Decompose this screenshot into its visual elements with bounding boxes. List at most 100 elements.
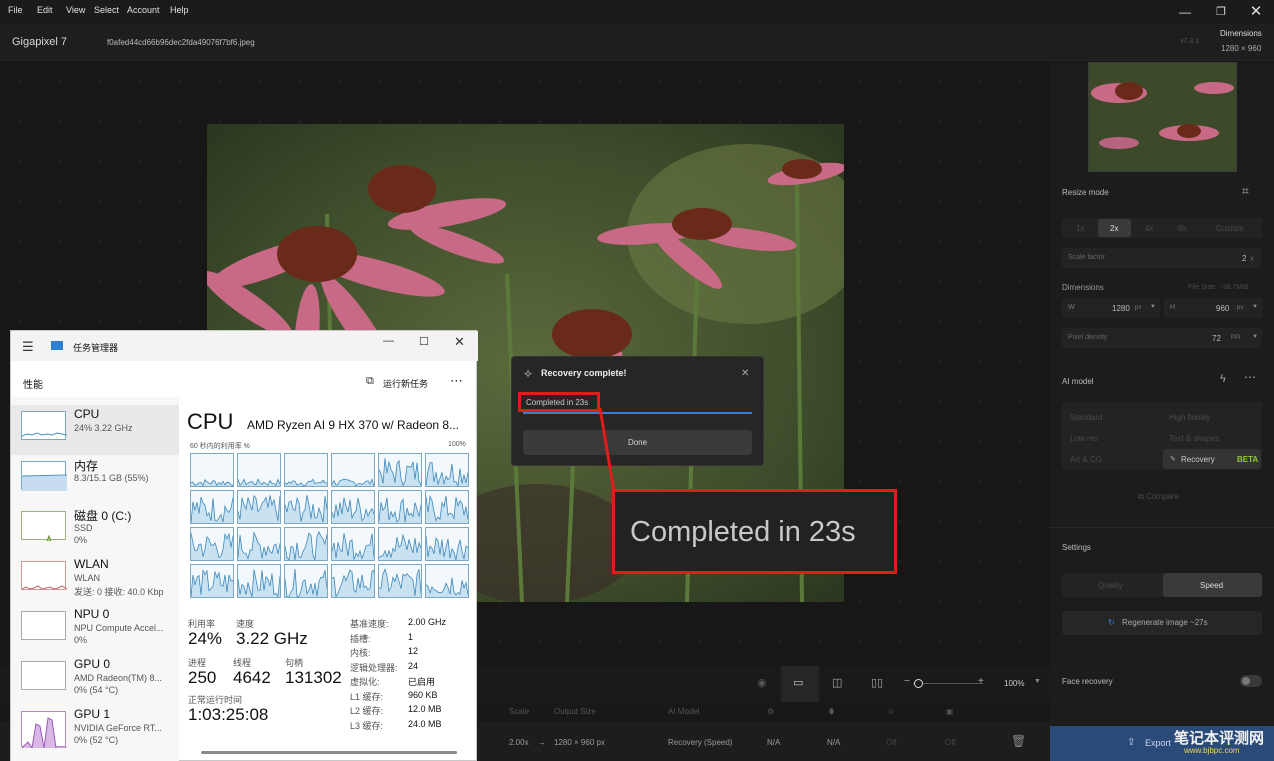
horizontal-scrollbar[interactable] bbox=[201, 751, 457, 754]
side-by-side-icon[interactable]: ▯▯ bbox=[871, 676, 883, 689]
menu-view[interactable]: View bbox=[66, 5, 85, 15]
tm-item-cpu[interactable]: CPU 24% 3.22 GHz bbox=[11, 405, 179, 455]
model-high-fidelity[interactable]: High fidelity bbox=[1169, 413, 1210, 422]
lightning-icon[interactable]: ϟ bbox=[1220, 373, 1226, 385]
width-field[interactable] bbox=[1062, 298, 1160, 318]
core-graph bbox=[284, 453, 328, 487]
tm-item-name: 内存 bbox=[74, 459, 99, 473]
speed-option[interactable]: Speed bbox=[1200, 581, 1223, 590]
tm-item-npu[interactable]: NPU 0 NPU Compute Accel... 0% bbox=[11, 605, 179, 655]
tm-close-icon[interactable]: ✕ bbox=[454, 334, 465, 350]
model-art-cg[interactable]: Art & CG bbox=[1070, 455, 1102, 464]
taskmgr-logo-icon bbox=[51, 341, 63, 350]
spec-value: 12 bbox=[408, 646, 419, 656]
zoom-slider[interactable] bbox=[913, 683, 983, 684]
processes-value: 250 bbox=[188, 668, 217, 687]
spec-value: 24 bbox=[408, 660, 419, 671]
tm-item-sub: 24% 3.22 GHz bbox=[74, 423, 133, 433]
col-face-icon: ☺ bbox=[887, 707, 896, 716]
eye-icon[interactable]: ◉ bbox=[757, 676, 767, 689]
arrow-right-icon: → bbox=[538, 738, 546, 747]
menu-select[interactable]: Select bbox=[94, 5, 119, 15]
zoom-out-icon[interactable]: − bbox=[904, 676, 910, 687]
scale-2x[interactable]: 2x bbox=[1110, 224, 1118, 233]
menu-account[interactable]: Account bbox=[127, 5, 160, 15]
tm-minimize-icon[interactable]: — bbox=[383, 335, 394, 347]
tm-item-name: WLAN bbox=[74, 557, 109, 571]
menu-help[interactable]: Help bbox=[170, 5, 189, 15]
tm-item-name: GPU 0 bbox=[74, 657, 111, 671]
more-icon[interactable]: ⋯ bbox=[1244, 370, 1256, 384]
tm-item-disk[interactable]: 磁盘 0 (C:) SSD 0% bbox=[11, 505, 179, 555]
done-button[interactable]: Done bbox=[523, 430, 752, 455]
chevron-down-icon[interactable]: ▼ bbox=[1252, 334, 1258, 340]
chevron-down-icon[interactable]: ▼ bbox=[1252, 304, 1258, 310]
dimensions-section-label: Dimensions bbox=[1062, 283, 1104, 292]
compare-button[interactable]: ⧉ Compare bbox=[1138, 492, 1179, 502]
close-icon[interactable]: ✕ bbox=[1238, 0, 1274, 24]
core-graph bbox=[331, 527, 375, 561]
crop-icon[interactable]: ⌗ bbox=[1242, 184, 1249, 199]
row-scale: 2.00x bbox=[509, 738, 529, 747]
core-graph bbox=[331, 490, 375, 524]
spec-key: 虚拟化: bbox=[350, 677, 380, 687]
menu-file[interactable]: File bbox=[8, 5, 23, 15]
chevron-down-icon[interactable]: ▼ bbox=[1150, 304, 1156, 310]
model-standard[interactable]: Standard bbox=[1070, 413, 1102, 422]
tm-more-icon[interactable]: ⋯ bbox=[450, 373, 463, 389]
settings-panel: Resize mode ⌗ 1x 2x 4x 6x Custom Scale f… bbox=[1050, 62, 1274, 726]
width-unit[interactable]: px bbox=[1135, 305, 1141, 311]
scale-6x[interactable]: 6x bbox=[1178, 224, 1186, 233]
trash-icon[interactable]: 🗑 bbox=[1011, 734, 1026, 748]
core-graph bbox=[425, 527, 469, 561]
split-view-icon[interactable]: ◫ bbox=[832, 676, 842, 689]
tm-maximize-icon[interactable]: ☐ bbox=[419, 335, 429, 348]
speed-value: 3.22 GHz bbox=[236, 629, 308, 648]
tm-item-gpu0[interactable]: GPU 0 AMD Radeon(TM) 8... 0% (54 °C) bbox=[11, 655, 179, 705]
core-graph bbox=[284, 564, 328, 598]
tm-item-sub2: 0% (52 °C) bbox=[74, 735, 119, 745]
tm-item-memory[interactable]: 内存 8.3/15.1 GB (55%) bbox=[11, 455, 179, 505]
tm-item-wlan[interactable]: WLAN WLAN 发送: 0 接收: 40.0 Kbp bbox=[11, 555, 179, 605]
face-recovery-toggle[interactable] bbox=[1240, 675, 1262, 687]
tm-item-gpu1[interactable]: GPU 1 NVIDIA GeForce RT... 0% (52 °C) bbox=[11, 705, 179, 755]
callout-box: Completed in 23s bbox=[612, 489, 897, 574]
quality-option[interactable]: Quality bbox=[1098, 581, 1123, 590]
pixel-density-value: 72 bbox=[1212, 334, 1221, 343]
scale-1x[interactable]: 1x bbox=[1076, 224, 1084, 233]
height-field[interactable] bbox=[1164, 298, 1262, 318]
model-low-res[interactable]: Low res bbox=[1070, 434, 1098, 443]
npu-thumb bbox=[21, 611, 66, 640]
height-value: 960 bbox=[1216, 304, 1230, 313]
tm-title: 任务管理器 bbox=[73, 343, 119, 353]
zoom-slider-handle[interactable] bbox=[914, 679, 923, 688]
spec-key: L3 缓存: bbox=[350, 720, 384, 731]
pixel-density-unit[interactable]: PPI bbox=[1231, 335, 1241, 341]
height-unit[interactable]: px bbox=[1237, 305, 1243, 311]
menu-edit[interactable]: Edit bbox=[37, 5, 53, 15]
core-graph bbox=[190, 527, 234, 561]
scale-4x[interactable]: 4x bbox=[1145, 224, 1153, 233]
model-recovery[interactable]: Recovery bbox=[1181, 455, 1215, 464]
core-graph bbox=[378, 490, 422, 524]
run-new-task-button[interactable]: 运行新任务 bbox=[383, 377, 428, 390]
tm-item-sub: SSD bbox=[74, 523, 93, 533]
core-graph bbox=[237, 527, 281, 561]
hamburger-icon[interactable]: ☰ bbox=[22, 339, 34, 355]
core-graph bbox=[378, 527, 422, 561]
zoom-level[interactable]: 100% bbox=[1004, 679, 1024, 688]
minimize-icon[interactable]: — bbox=[1167, 0, 1203, 24]
core-graph bbox=[425, 490, 469, 524]
scale-custom[interactable]: Custom bbox=[1216, 224, 1244, 233]
zoom-in-icon[interactable]: + bbox=[978, 676, 984, 687]
tm-item-sub: WLAN bbox=[74, 573, 101, 583]
core-graph bbox=[190, 490, 234, 524]
recovery-icon: ✎ bbox=[1170, 456, 1176, 463]
core-graph bbox=[190, 453, 234, 487]
chevron-down-icon[interactable]: ▼ bbox=[1034, 678, 1041, 685]
spec-value: 960 KB bbox=[408, 689, 438, 700]
restore-icon[interactable]: ❐ bbox=[1203, 0, 1239, 24]
dialog-close-icon[interactable]: ✕ bbox=[741, 368, 749, 379]
navigator-thumbnail[interactable] bbox=[1088, 62, 1237, 172]
model-text-shapes[interactable]: Text & shapes bbox=[1169, 434, 1219, 443]
